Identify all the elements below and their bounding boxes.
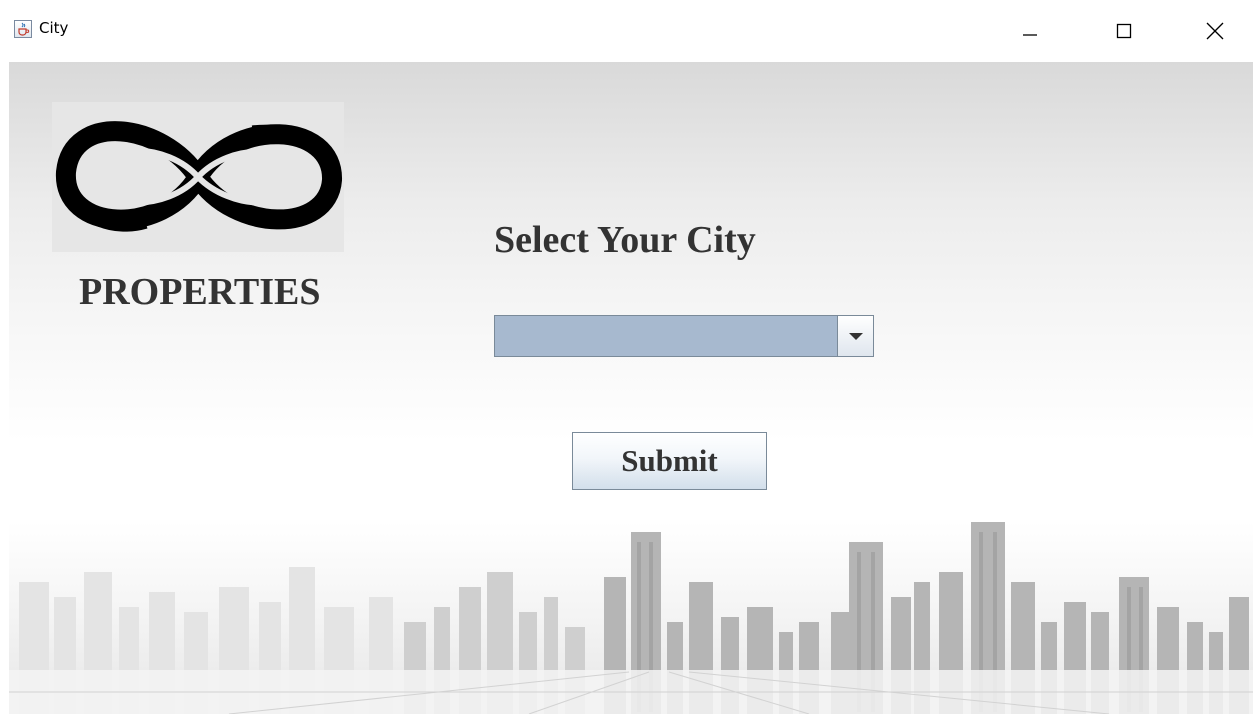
maximize-icon xyxy=(1116,23,1132,39)
maximize-button[interactable] xyxy=(1101,10,1147,52)
select-city-heading: Select Your City xyxy=(494,219,756,261)
window-border xyxy=(1253,62,1257,714)
logo xyxy=(52,102,344,252)
city-window: City PROPERTIES Select Your City Submit xyxy=(0,0,1257,714)
submit-button[interactable]: Submit xyxy=(572,432,767,490)
close-button[interactable] xyxy=(1192,10,1238,52)
chevron-down-icon xyxy=(849,333,863,340)
infinity-logo-icon xyxy=(55,121,343,232)
city-dropdown-toggle[interactable] xyxy=(837,316,873,356)
window-title: City xyxy=(39,19,69,37)
minimize-button[interactable] xyxy=(1007,10,1053,52)
title-bar[interactable]: City xyxy=(0,0,1257,62)
brand-name: PROPERTIES xyxy=(79,271,321,313)
city-dropdown[interactable] xyxy=(494,315,874,357)
minimize-icon xyxy=(1023,34,1037,36)
close-icon xyxy=(1206,22,1224,40)
content-panel: PROPERTIES Select Your City Submit xyxy=(9,62,1253,714)
java-cup-icon xyxy=(14,20,32,38)
city-skyline-background xyxy=(9,522,1253,714)
